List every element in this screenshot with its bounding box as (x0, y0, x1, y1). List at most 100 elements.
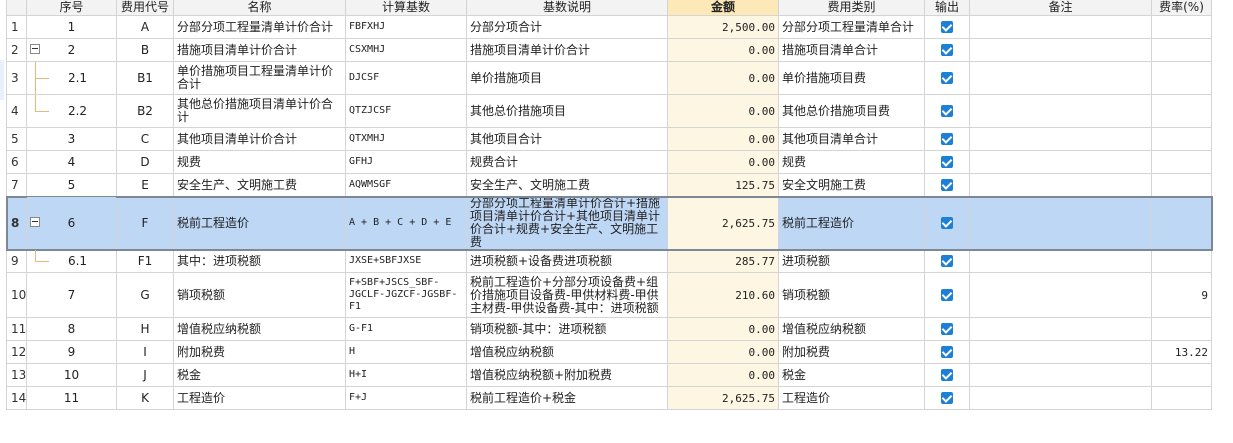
amount-cell[interactable]: 0.00 (667, 317, 779, 341)
row-number[interactable]: 7 (6, 173, 27, 197)
output-checkbox-icon[interactable] (941, 21, 953, 33)
desc-cell[interactable]: 进项税额+设备费进项税额 (466, 249, 668, 273)
seq-cell[interactable]: 6.1 (26, 249, 117, 273)
seq-cell[interactable]: 2.1 (26, 61, 117, 95)
rate-cell[interactable]: 9 (1151, 272, 1212, 318)
name-cell[interactable]: 安全生产、文明施工费 (173, 173, 346, 197)
header-base[interactable]: 计算基数 (345, 0, 467, 16)
desc-cell[interactable]: 其他项目合计 (466, 127, 668, 151)
name-cell[interactable]: 销项税额 (173, 272, 346, 318)
seq-cell[interactable]: 5 (26, 173, 117, 197)
amount-cell[interactable]: 0.00 (667, 38, 779, 62)
output-cell[interactable] (924, 15, 970, 39)
amount-cell[interactable]: 2,625.75 (667, 196, 779, 250)
note-cell[interactable] (969, 173, 1152, 197)
base-cell[interactable]: JXSE+SBFJXSE (345, 249, 467, 273)
desc-cell[interactable]: 销项税额-其中：进项税额 (466, 317, 668, 341)
category-cell[interactable]: 税前工程造价 (778, 196, 925, 250)
name-cell[interactable]: 税金 (173, 363, 346, 387)
rate-cell[interactable] (1151, 196, 1212, 250)
category-cell[interactable]: 进项税额 (778, 249, 925, 273)
table-row[interactable]: 3 2.1 B1 单价措施项目工程量清单计价合计 DJCSF 单价措施项目 0.00 单价措施… (6, 61, 1212, 95)
output-checkbox-icon[interactable] (941, 179, 953, 191)
base-cell[interactable]: QTXMHJ (345, 127, 467, 151)
row-number[interactable]: 8 (6, 196, 27, 250)
table-row[interactable]: 10 7 G 销项税额 F+SBF+JSCS_SBF-JGCLF-JGZCF-JGSBF… (6, 272, 1212, 318)
row-number[interactable]: 6 (6, 150, 27, 174)
base-cell[interactable]: AQWMSGF (345, 173, 467, 197)
name-cell[interactable]: 其中：进项税额 (173, 249, 346, 273)
seq-cell[interactable]: 6 (26, 196, 117, 250)
category-cell[interactable]: 安全文明施工费 (778, 173, 925, 197)
table-row[interactable]: 4 2.2 B2 其他总价措施项目清单计价合计 QTZJCSF 其他总价措施项目 0.00 其… (6, 94, 1212, 128)
code-cell[interactable]: B (116, 38, 174, 62)
table-row[interactable]: 12 9 I 附加税费 H 增值税应纳税额 0.00 附加税费 13.22 (6, 340, 1212, 364)
code-cell[interactable]: C (116, 127, 174, 151)
output-checkbox-icon[interactable] (941, 72, 953, 84)
output-checkbox-icon[interactable] (941, 133, 953, 145)
table-row[interactable]: 7 5 E 安全生产、文明施工费 AQWMSGF 安全生产、文明施工费 125.75 安全文明… (6, 173, 1212, 197)
row-number[interactable]: 1 (6, 15, 27, 39)
base-cell[interactable]: DJCSF (345, 61, 467, 95)
output-checkbox-icon[interactable] (941, 217, 953, 229)
note-cell[interactable] (969, 196, 1152, 250)
code-cell[interactable]: B2 (116, 94, 174, 128)
table-row[interactable]: 5 3 C 其他项目清单计价合计 QTXMHJ 其他项目合计 0.00 其他项目清单合计 (6, 127, 1212, 151)
output-cell[interactable] (924, 150, 970, 174)
note-cell[interactable] (969, 38, 1152, 62)
code-cell[interactable]: J (116, 363, 174, 387)
output-cell[interactable] (924, 317, 970, 341)
seq-cell[interactable]: 1 (26, 15, 117, 39)
desc-cell[interactable]: 分部分项工程量清单计价合计+措施项目清单计价合计+其他项目清单计价合计+规费+安… (466, 196, 668, 250)
output-cell[interactable] (924, 340, 970, 364)
desc-cell[interactable]: 税前工程造价+分部分项设备费+组价措施项目设备费-甲供材料费-甲供主材费-甲供设… (466, 272, 668, 318)
rate-cell[interactable]: 13.22 (1151, 340, 1212, 364)
header-code[interactable]: 费用代号 (116, 0, 174, 16)
name-cell[interactable]: 规费 (173, 150, 346, 174)
desc-cell[interactable]: 安全生产、文明施工费 (466, 173, 668, 197)
table-row[interactable]: 11 8 H 增值税应纳税额 G-F1 销项税额-其中：进项税额 0.00 增值税应纳税额 (6, 317, 1212, 341)
name-cell[interactable]: 工程造价 (173, 386, 346, 410)
name-cell[interactable]: 其他总价措施项目清单计价合计 (173, 94, 346, 128)
code-cell[interactable]: D (116, 150, 174, 174)
rate-cell[interactable] (1151, 15, 1212, 39)
header-desc[interactable]: 基数说明 (466, 0, 668, 16)
category-cell[interactable]: 销项税额 (778, 272, 925, 318)
category-cell[interactable]: 工程造价 (778, 386, 925, 410)
row-number[interactable]: 3 (6, 61, 27, 95)
output-cell[interactable] (924, 127, 970, 151)
note-cell[interactable] (969, 127, 1152, 151)
table-row[interactable]: 6 4 D 规费 GFHJ 规费合计 0.00 规费 (6, 150, 1212, 174)
header-category[interactable]: 费用类别 (778, 0, 925, 16)
row-number[interactable]: 13 (6, 363, 27, 387)
name-cell[interactable]: 分部分项工程量清单计价合计 (173, 15, 346, 39)
note-cell[interactable] (969, 386, 1152, 410)
rate-cell[interactable] (1151, 127, 1212, 151)
base-cell[interactable]: CSXMHJ (345, 38, 467, 62)
code-cell[interactable]: K (116, 386, 174, 410)
output-checkbox-icon[interactable] (941, 346, 953, 358)
header-output[interactable]: 输出 (924, 0, 970, 16)
output-cell[interactable] (924, 363, 970, 387)
code-cell[interactable]: G (116, 272, 174, 318)
amount-cell[interactable]: 210.60 (667, 272, 779, 318)
output-cell[interactable] (924, 94, 970, 128)
output-checkbox-icon[interactable] (941, 156, 953, 168)
output-checkbox-icon[interactable] (941, 392, 953, 404)
code-cell[interactable]: F1 (116, 249, 174, 273)
desc-cell[interactable]: 措施项目清单计价合计 (466, 38, 668, 62)
note-cell[interactable] (969, 249, 1152, 273)
desc-cell[interactable]: 税前工程造价+税金 (466, 386, 668, 410)
output-checkbox-icon[interactable] (941, 369, 953, 381)
desc-cell[interactable]: 增值税应纳税额 (466, 340, 668, 364)
note-cell[interactable] (969, 94, 1152, 128)
rate-cell[interactable] (1151, 173, 1212, 197)
seq-cell[interactable]: 10 (26, 363, 117, 387)
code-cell[interactable]: E (116, 173, 174, 197)
output-cell[interactable] (924, 386, 970, 410)
output-cell[interactable] (924, 196, 970, 250)
output-cell[interactable] (924, 272, 970, 318)
amount-cell[interactable]: 0.00 (667, 363, 779, 387)
desc-cell[interactable]: 其他总价措施项目 (466, 94, 668, 128)
seq-cell[interactable]: 4 (26, 150, 117, 174)
